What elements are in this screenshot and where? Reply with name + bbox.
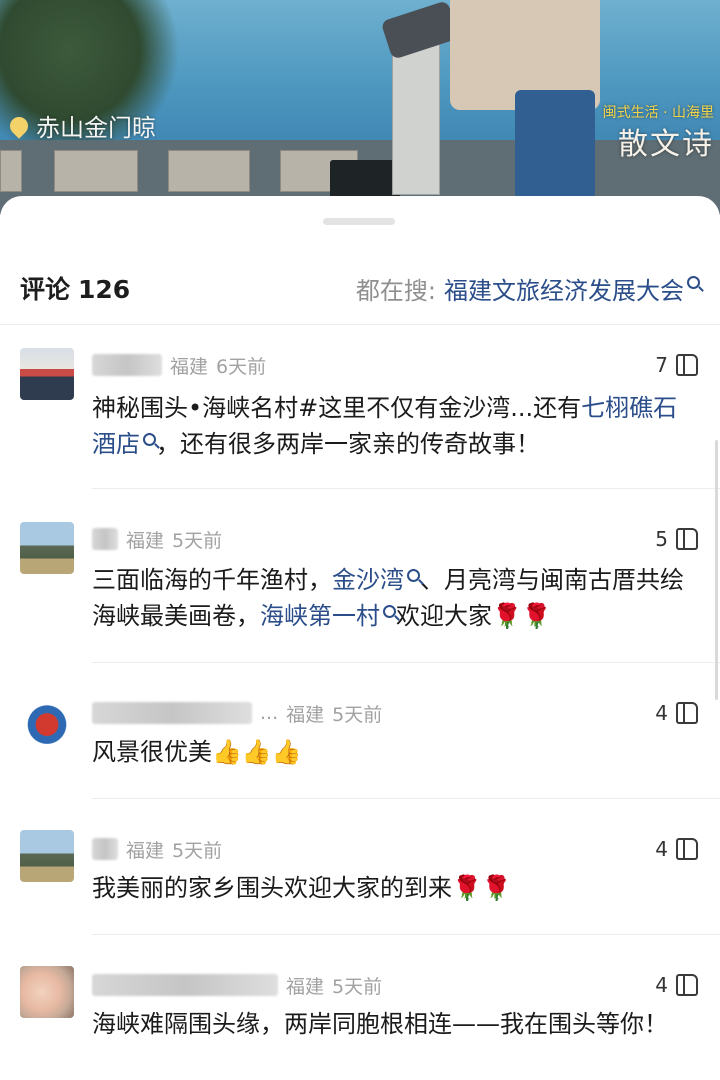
brand-line: 闽式生活 · 山海里 — [602, 105, 714, 121]
like-count: 4 — [655, 973, 668, 997]
search-link[interactable]: 金沙湾 — [332, 566, 404, 594]
comment-meta: 福建 5天前 — [92, 832, 222, 866]
comment-meta: 福建 6天前 — [92, 348, 266, 382]
search-icon — [687, 275, 700, 289]
avatar[interactable] — [20, 522, 74, 574]
comment-meta: 福建 5天前 — [92, 968, 382, 1002]
person-jeans — [515, 90, 595, 200]
wall-stone — [168, 150, 250, 192]
location-pin-icon — [6, 112, 32, 139]
comment-time: 5天前 — [172, 839, 223, 862]
search-icon — [143, 433, 156, 446]
avatar[interactable] — [20, 696, 74, 748]
comment-region: 福建 — [126, 839, 165, 862]
comment-region: 福建 — [170, 355, 209, 378]
comments-header: 评论 126 都在搜: 福建文旅经济发展大会 — [20, 266, 700, 310]
username-blurred[interactable] — [92, 354, 162, 376]
like-button[interactable]: 4 — [655, 698, 698, 728]
avatar[interactable] — [20, 348, 74, 400]
trending-search-label: 都在搜: — [355, 276, 436, 305]
comments-count: 126 — [78, 275, 131, 304]
video-brand-overlay: 闽式生活 · 山海里 散文诗 — [603, 104, 714, 166]
thumbs-up-icon — [676, 528, 698, 550]
like-count: 4 — [655, 701, 668, 725]
wall-stone — [54, 150, 138, 192]
comment-text: 三面临海的千年渔村，金沙湾 、月亮湾与闽南古厝共绘海峡最美画卷，海峡第一村 欢迎大家… — [92, 562, 698, 634]
comment-meta: ... 福建 5天前 — [92, 696, 382, 730]
thumbs-up-icon — [676, 354, 698, 376]
divider — [0, 324, 720, 325]
username-blurred[interactable] — [92, 702, 252, 724]
thumbs-up-emoji: 👍👍👍 — [212, 738, 302, 766]
like-button[interactable]: 5 — [655, 524, 698, 554]
thumbs-up-icon — [676, 838, 698, 860]
location-name: 赤山金门晾 — [36, 114, 156, 142]
comment-text-segment: 我美丽的家乡围头欢迎大家的到来 — [92, 874, 452, 902]
comment-text-segment: 风景很优美 — [92, 738, 212, 766]
avatar[interactable] — [20, 830, 74, 882]
divider — [92, 934, 720, 935]
rose-emoji: 🌹🌹 — [452, 874, 512, 902]
comment-text-segment: 神秘围头•海峡名村#这里不仅有金沙湾...还有 — [92, 394, 582, 422]
comment-region: 福建 — [126, 529, 165, 552]
comment-time: 6天前 — [216, 355, 267, 378]
video-player[interactable]: 赤山金门晾 闽式生活 · 山海里 散文诗 — [0, 0, 720, 215]
comment-meta: 福建 5天前 — [92, 522, 222, 556]
wall-stone — [0, 150, 22, 192]
rose-emoji: 🌹🌹 — [492, 602, 552, 630]
comment-time: 5天前 — [172, 529, 223, 552]
binocular-viewer — [380, 0, 460, 60]
comment-text-segment: 三面临海的千年渔村， — [92, 566, 332, 594]
divider — [92, 798, 720, 799]
comment-text: 我美丽的家乡围头欢迎大家的到来🌹🌹 — [92, 870, 698, 906]
brand-title: 散文诗 — [618, 126, 714, 162]
username-ellipsis: ... — [260, 702, 279, 724]
comment-text-segment: 海峡难隔围头缘，两岸同胞根相连——我在围头等你！ — [92, 1010, 668, 1038]
comments-count-title: 评论 126 — [20, 270, 130, 306]
comment-text: 海峡难隔围头缘，两岸同胞根相连——我在围头等你！ — [92, 1006, 698, 1042]
sheet-drag-handle[interactable] — [323, 218, 395, 225]
comment-time: 5天前 — [332, 975, 383, 998]
like-button[interactable]: 7 — [655, 350, 698, 380]
divider — [92, 488, 720, 489]
trash-bin — [330, 160, 400, 200]
like-count: 7 — [655, 353, 668, 377]
comment-region: 福建 — [286, 703, 325, 726]
thumbs-up-icon — [676, 702, 698, 724]
location-tag[interactable]: 赤山金门晾 — [6, 108, 156, 143]
search-icon — [383, 605, 396, 618]
comment-text: 风景很优美👍👍👍 — [92, 734, 698, 770]
like-button[interactable]: 4 — [655, 834, 698, 864]
like-count: 5 — [655, 527, 668, 551]
trending-search-term[interactable]: 福建文旅经济发展大会 — [444, 271, 684, 306]
like-count: 4 — [655, 837, 668, 861]
comment-region: 福建 — [286, 975, 325, 998]
search-icon — [407, 569, 420, 582]
comment-text-segment: 欢迎大家 — [396, 602, 492, 630]
comment-text: 神秘围头•海峡名村#这里不仅有金沙湾...还有七栩礁石酒店 ，还有很多两岸一家亲的… — [92, 390, 698, 462]
divider — [92, 662, 720, 663]
username-blurred[interactable] — [92, 528, 118, 550]
search-link[interactable]: 海峡第一村 — [260, 602, 380, 630]
comment-sheet: 评论 126 都在搜: 福建文旅经济发展大会 — [0, 196, 720, 1080]
username-blurred[interactable] — [92, 838, 118, 860]
like-button[interactable]: 4 — [655, 970, 698, 1000]
username-blurred[interactable] — [92, 974, 278, 996]
comment-text-segment: ，还有很多两岸一家亲的传奇故事！ — [156, 430, 540, 458]
thumbs-up-icon — [676, 974, 698, 996]
comment-time: 5天前 — [332, 703, 383, 726]
scrollbar[interactable] — [715, 440, 718, 700]
avatar[interactable] — [20, 966, 74, 1018]
comments-label: 评论 — [20, 275, 71, 304]
trending-search[interactable]: 都在搜: 福建文旅经济发展大会 — [356, 271, 700, 306]
